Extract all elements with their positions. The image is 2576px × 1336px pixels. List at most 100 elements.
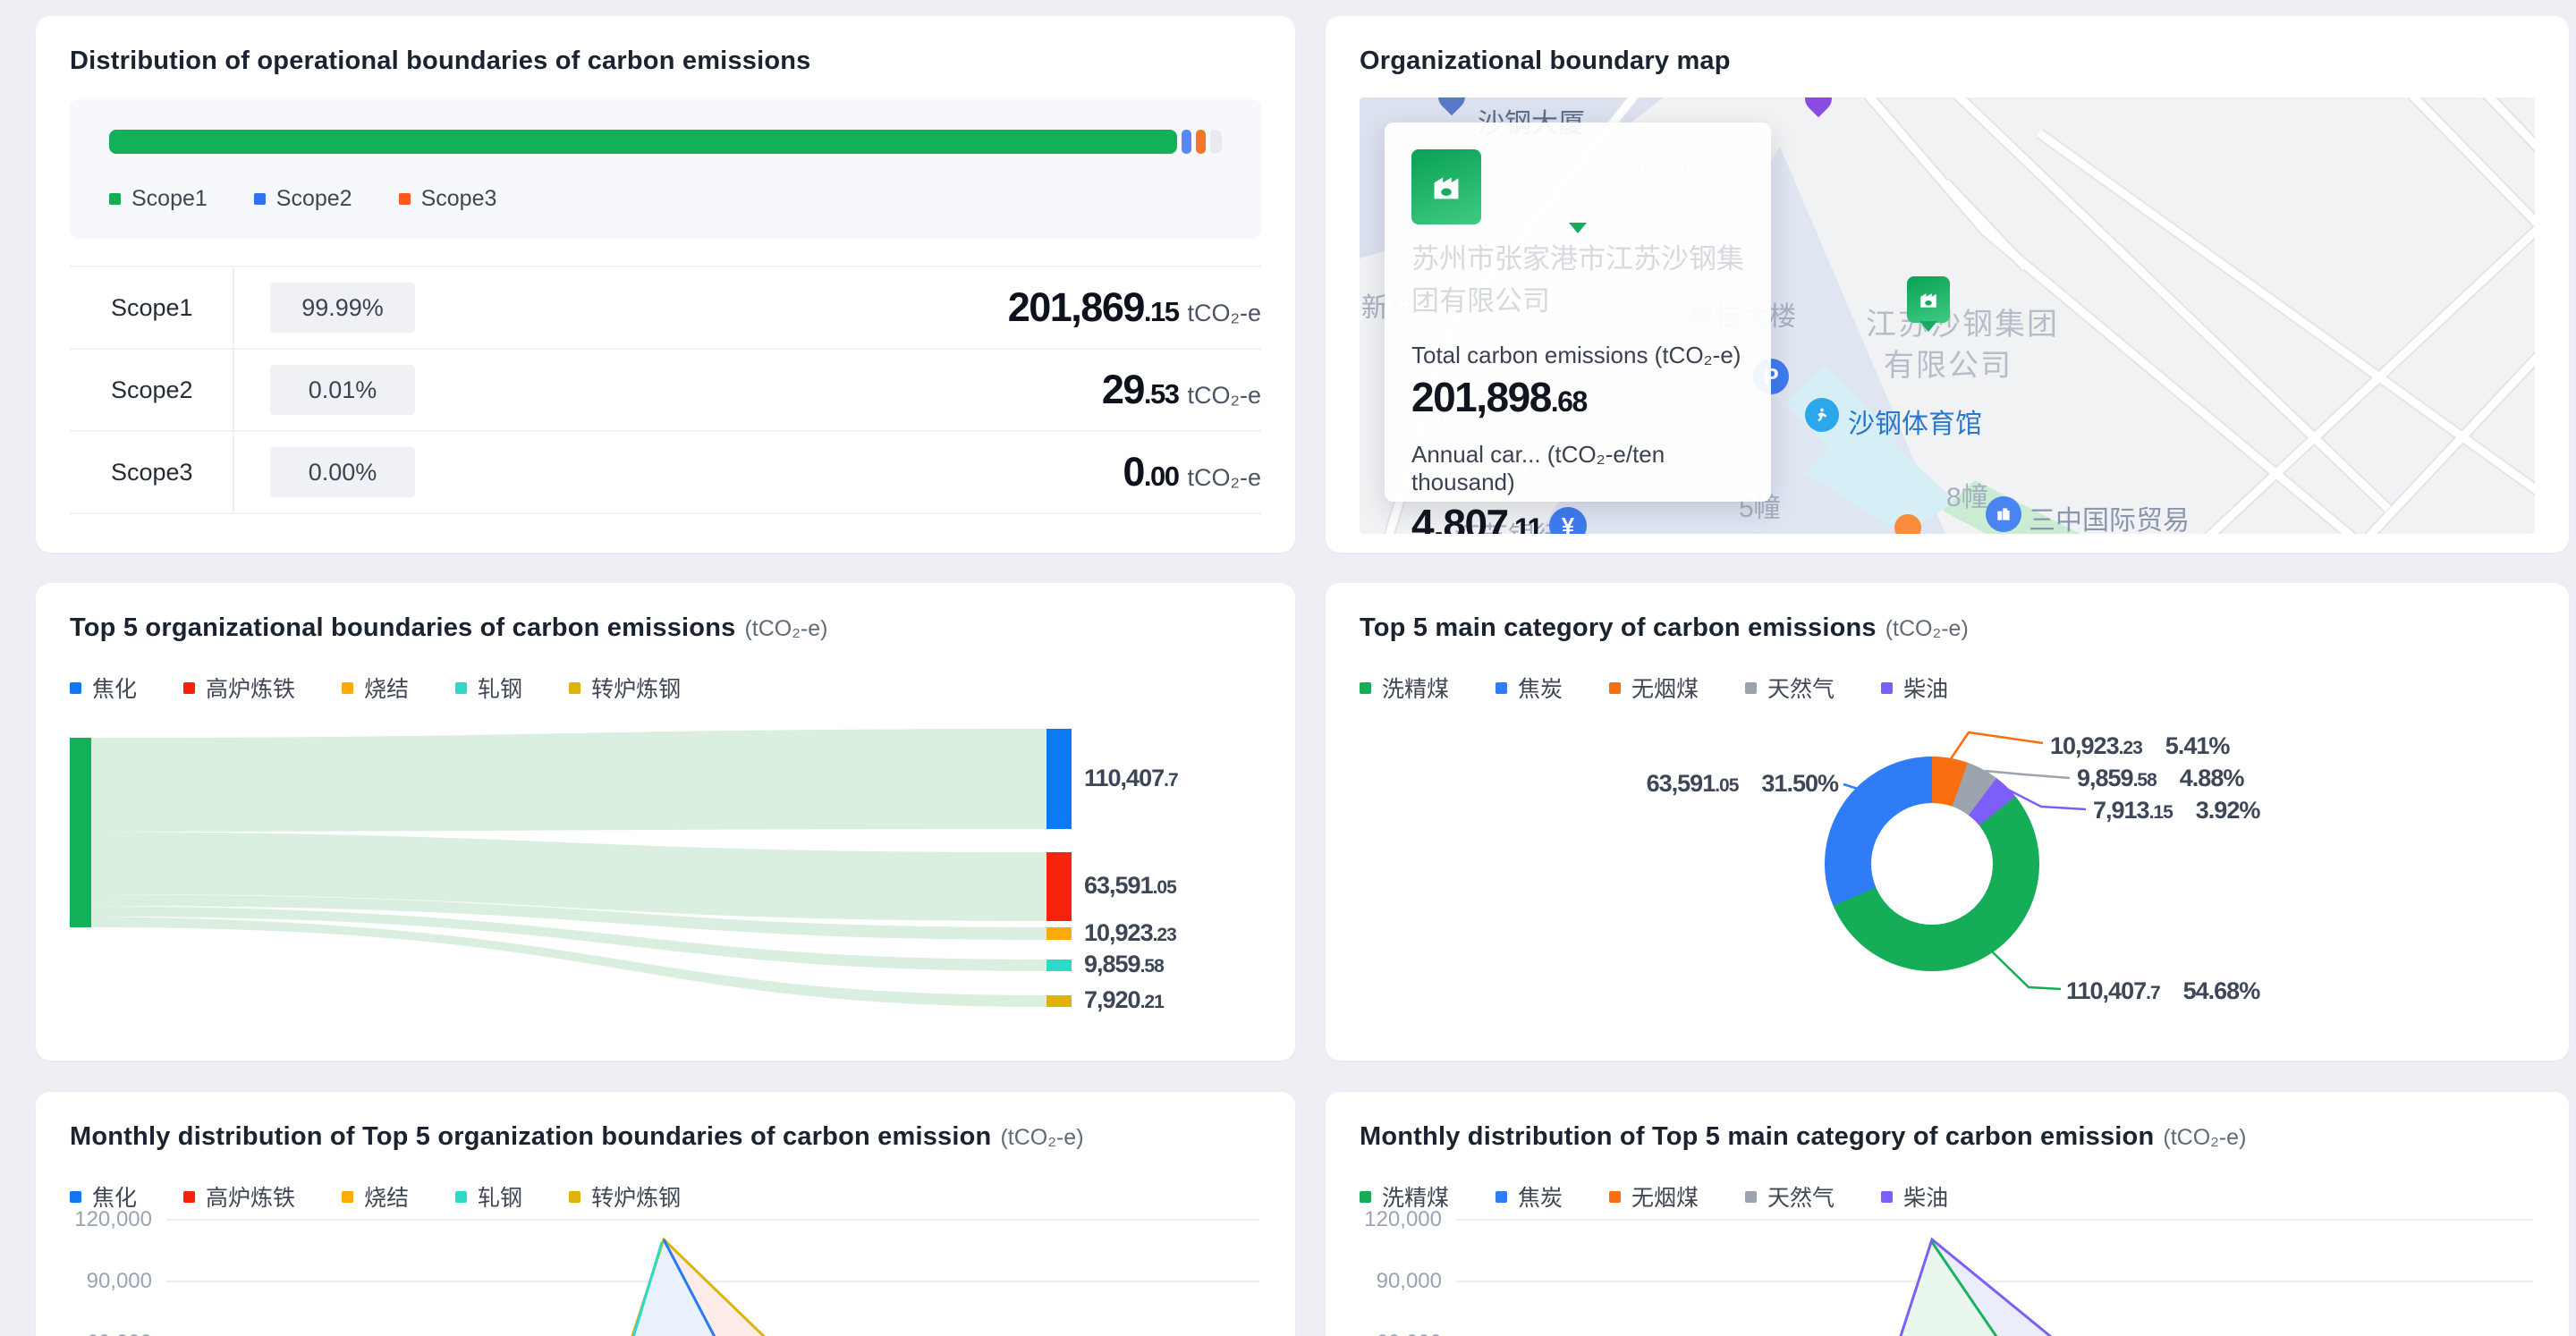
donut-chart[interactable]: 10,923.235.41% 9,859.584.88% 7,913.153.9…	[1360, 709, 2535, 1049]
legend-item[interactable]: 转炉炼钢	[569, 1180, 681, 1213]
scope-value: 0.00	[1123, 449, 1178, 495]
company-marker-icon[interactable]	[1907, 276, 1950, 323]
legend-chip	[569, 682, 580, 694]
scope-percent-badge: 0.00%	[270, 447, 415, 497]
sankey-legend: 焦化 高炉炼铁 烧结 轧钢 转炉炼钢	[70, 672, 1261, 704]
sankey-value-label: 7,920.21	[1084, 986, 1164, 1014]
scope-row-label: Scope2	[70, 350, 233, 430]
map-label-trade-line2: 有限公司	[2041, 530, 2148, 534]
sankey-value-label: 9,859.58	[1084, 951, 1164, 978]
legend-item-scope1[interactable]: Scope1	[109, 186, 208, 212]
popup-marker-icon	[1411, 149, 1744, 224]
map-label-stadium: 沙钢体育馆	[1848, 402, 1982, 441]
legend-item[interactable]: 高炉炼铁	[183, 1180, 295, 1213]
legend-chip	[1360, 682, 1371, 694]
legend-item[interactable]: 无烟煤	[1609, 672, 1699, 704]
legend-item[interactable]: 烧结	[342, 1180, 409, 1213]
title-unit: (tCO₂-e)	[1000, 1125, 1083, 1150]
line-chart[interactable]: 120,000 90,000 60,000	[1360, 1218, 2535, 1336]
title-unit: (tCO₂-e)	[1885, 616, 1969, 641]
popup-annual-value: 4,807.11	[1411, 500, 1744, 534]
legend-chip	[455, 1191, 467, 1203]
pie-label-anthracite: 10,923.235.41%	[2050, 732, 2229, 760]
scope-row-label: Scope3	[70, 432, 233, 512]
scope-row-label: Scope1	[70, 267, 233, 348]
legend-item[interactable]: 柴油	[1881, 1180, 1948, 1213]
map-label-building8: 8幢	[1946, 475, 1988, 514]
legend-item[interactable]: 焦炭	[1496, 1180, 1563, 1213]
popup-annual-label: Annual car... (tCO₂-e/ten thousand)	[1411, 441, 1744, 496]
title-unit: (tCO₂-e)	[744, 616, 827, 641]
legend-chip	[109, 193, 121, 205]
scope-value: 29.53	[1102, 367, 1179, 413]
card-title: Top 5 main category of carbon emissions	[1360, 613, 1877, 642]
card-top5-boundaries: Top 5 organizational boundaries of carbo…	[36, 583, 1295, 1061]
legend-item[interactable]: 焦炭	[1496, 672, 1563, 704]
legend-chip	[569, 1191, 580, 1203]
line-chart[interactable]: 120,000 90,000 60,000	[70, 1218, 1261, 1336]
legend-label: Scope2	[276, 186, 352, 212]
legend-chip	[1609, 1191, 1621, 1203]
legend-chip	[1609, 682, 1621, 694]
scope-value: 201,869.15	[1008, 284, 1179, 331]
legend-chip	[1745, 682, 1757, 694]
line-legend: 焦化 高炉炼铁 烧结 轧钢 转炉炼钢	[70, 1180, 1261, 1213]
factory-icon	[1426, 166, 1467, 207]
map-popup: 苏州市张家港市江苏沙钢集团有限公司 Total carbon emissions…	[1385, 123, 1771, 502]
sankey-value-label: 110,407.7	[1084, 765, 1178, 792]
card-title: Top 5 organizational boundaries of carbo…	[70, 613, 735, 642]
table-row: Scope2 0.01% 29.53 tCO₂-e	[70, 350, 1261, 432]
dashboard: Distribution of operational boundaries o…	[0, 0, 2576, 1336]
legend-item[interactable]: 无烟煤	[1609, 1180, 1699, 1213]
legend-item[interactable]: 天然气	[1745, 1180, 1835, 1213]
legend-item[interactable]: 烧结	[342, 672, 409, 704]
sankey-value-label: 10,923.23	[1084, 919, 1176, 947]
legend-item[interactable]: 焦化	[70, 672, 137, 704]
legend-item[interactable]: 高炉炼铁	[183, 672, 295, 704]
sankey-chart[interactable]: 110,407.7 63,591.05 10,923.23 9,859.58 7…	[70, 729, 1261, 1036]
scope-table: Scope1 99.99% 201,869.15 tCO₂-e Scope2 0…	[70, 266, 1261, 514]
donut-legend: 洗精煤 焦炭 无烟煤 天然气 柴油	[1360, 672, 2535, 704]
legend-item[interactable]: 洗精煤	[1360, 672, 1449, 704]
scope-percent-badge: 99.99%	[270, 283, 415, 333]
card-title: Distribution of operational boundaries o…	[70, 47, 1261, 76]
legend-chip	[183, 682, 195, 694]
legend-item[interactable]: 转炉炼钢	[569, 672, 681, 704]
legend-item[interactable]: 轧钢	[455, 672, 522, 704]
card-top5-categories: Top 5 main category of carbon emissions (…	[1326, 583, 2569, 1061]
orange-poi-icon	[1894, 514, 1921, 534]
legend-chip	[342, 682, 353, 694]
legend-item[interactable]: 天然气	[1745, 672, 1835, 704]
legend-chip	[1360, 1191, 1371, 1203]
table-row: Scope1 99.99% 201,869.15 tCO₂-e	[70, 267, 1261, 350]
legend-item-scope3[interactable]: Scope3	[399, 186, 497, 212]
legend-item[interactable]: 轧钢	[455, 1180, 522, 1213]
table-row: Scope3 0.00% 0.00 tCO₂-e	[70, 432, 1261, 514]
scope-bar-panel: Scope1 Scope2 Scope3	[70, 99, 1261, 239]
legend-chip	[455, 682, 467, 694]
legend-item[interactable]: 柴油	[1881, 672, 1948, 704]
legend-chip	[183, 1191, 195, 1203]
bar-track-remainder	[1210, 130, 1222, 154]
popup-company-name: 苏州市张家港市江苏沙钢集团有限公司	[1411, 239, 1744, 322]
line-legend: 洗精煤 焦炭 无烟煤 天然气 柴油	[1360, 1180, 2535, 1213]
scope-unit: tCO₂-e	[1188, 300, 1262, 327]
card-boundary-map: Organizational boundary map	[1326, 16, 2569, 553]
line-series-svg	[70, 1218, 1261, 1336]
legend-chip	[1496, 1191, 1507, 1203]
title-unit: (tCO₂-e)	[2163, 1125, 2246, 1150]
sankey-value-label: 63,591.05	[1084, 872, 1176, 900]
legend-chip	[399, 193, 411, 205]
legend-chip	[1745, 1191, 1757, 1203]
donut-ring[interactable]	[1825, 757, 2039, 971]
scope-legend: Scope1 Scope2 Scope3	[109, 186, 1222, 212]
pie-label-gas: 9,859.584.88%	[2077, 765, 2243, 792]
card-title: Monthly distribution of Top 5 organizati…	[70, 1122, 991, 1151]
popup-total-label: Total carbon emissions (tCO₂-e)	[1411, 342, 1744, 369]
legend-item-scope2[interactable]: Scope2	[254, 186, 352, 212]
map-canvas[interactable]: 28号楼 1号楼 46号楼 新村 科技大楼 沙钢大厦 P 江苏沙钢集团 有限公司	[1360, 97, 2535, 534]
map-label-company-line2: 有限公司	[1884, 341, 2012, 385]
bar-segment-scope2	[1182, 130, 1191, 154]
scope-unit: tCO₂-e	[1188, 464, 1262, 492]
map-label-company-line1: 江苏沙钢集团	[1866, 300, 2059, 343]
